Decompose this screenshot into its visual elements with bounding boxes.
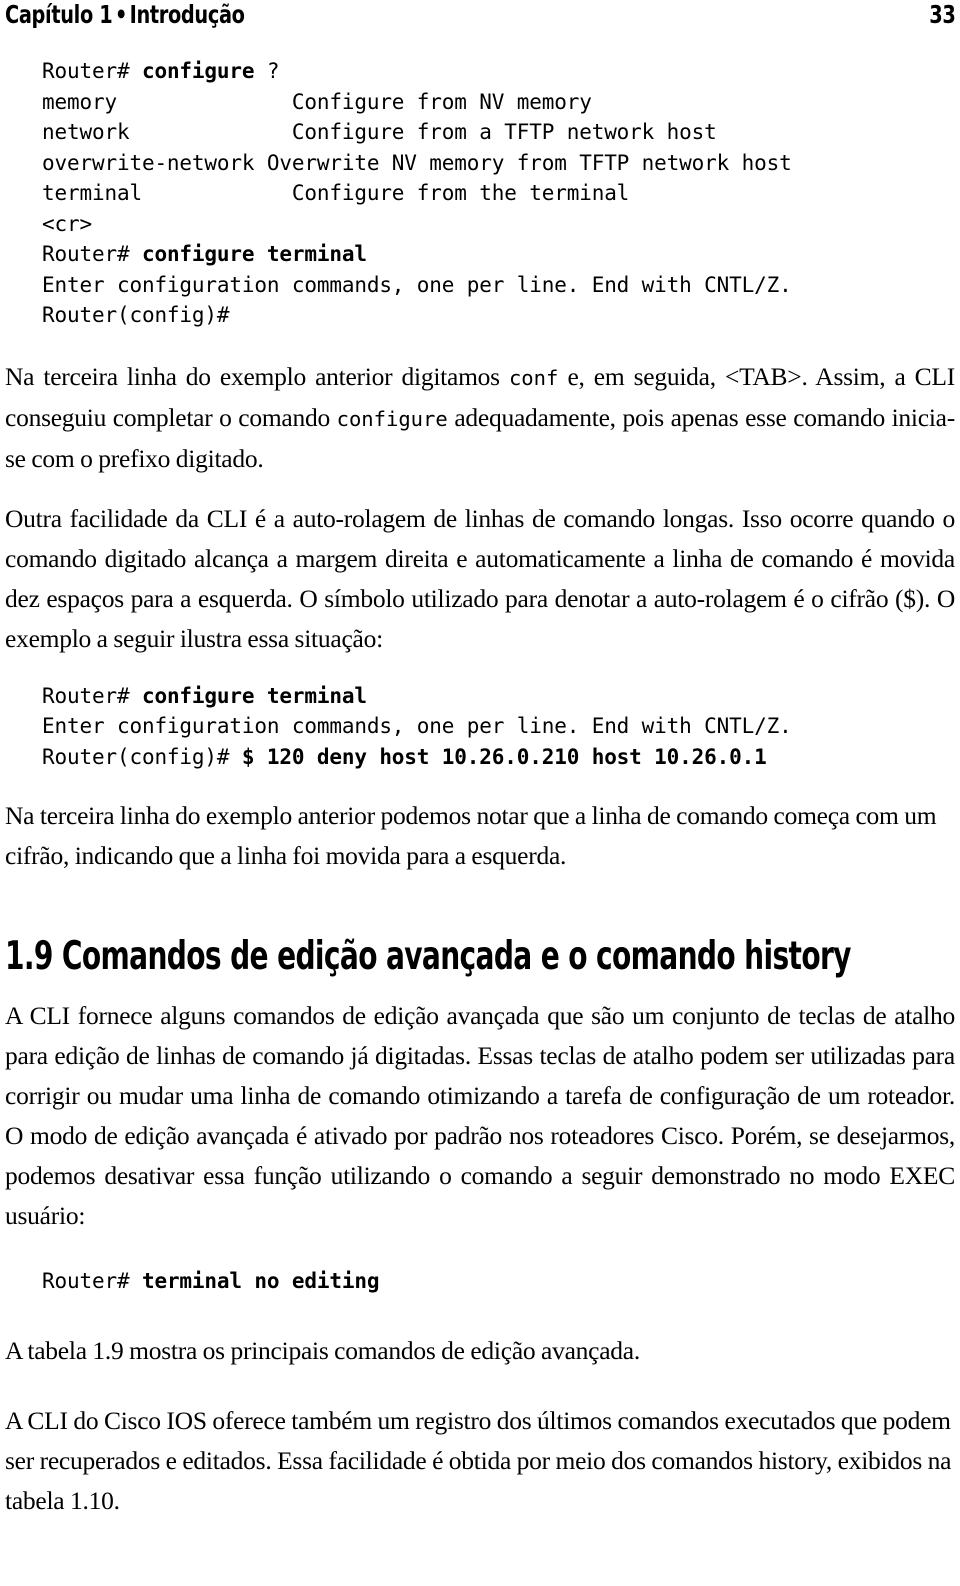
paragraph-tabela-1-9: A tabela 1.9 mostra os principais comand… (5, 1335, 640, 1365)
paragraph-auto-rolagem: Outra facilidade da CLI é a auto-rolagem… (5, 503, 955, 653)
running-head: Capítulo 1 • Introdução 33 (5, 0, 955, 40)
code-command-access-list: $ 120 deny host 10.26.0.210 host 10.26.0… (241, 744, 767, 769)
running-head-separator: • (114, 0, 128, 29)
code-line: Enter configuration commands, one per li… (42, 272, 792, 297)
code-line: Router(config)# (42, 303, 230, 327)
code-block-configure-help: Router# configure ? memory Configure fro… (5, 56, 955, 331)
code-line: network Configure from a TFTP network ho… (42, 120, 717, 144)
section-heading-1-9: 1.9 Comandos de edição avançada e o coma… (5, 934, 851, 979)
inline-code-conf: conf (508, 365, 559, 390)
code-block-terminal-no-editing: Router# terminal no editing (5, 1266, 955, 1297)
paragraph-tab-completion: Na terceira linha do exemplo anterior di… (5, 357, 955, 479)
inline-code-configure: configure (336, 406, 448, 431)
code-line: Router# terminal no editing (42, 1269, 380, 1293)
code-line: Router# configure ? (42, 59, 280, 83)
code-line: Enter configuration commands, one per li… (42, 714, 792, 738)
code-line: Router# configure terminal (42, 683, 367, 708)
code-line: memory Configure from NV memory (42, 89, 592, 114)
running-head-section-title: Introdução (129, 0, 245, 29)
paragraph-edicao-avancada: A CLI fornece alguns comandos de edição … (5, 1001, 955, 1230)
page-number: 33 (928, 0, 956, 29)
paragraph-history: A CLI do Cisco IOS oferece também um reg… (5, 1405, 952, 1515)
code-block-autoscroll-example: Router# configure terminal Enter configu… (5, 681, 955, 773)
code-command-configure-terminal: configure terminal (141, 242, 367, 266)
code-line: Router(config)# $ 120 deny host 10.26.0.… (42, 744, 767, 769)
code-line: terminal Configure from the terminal (42, 181, 630, 205)
document-page: Capítulo 1 • Introdução 33 Router# configu… (0, 0, 960, 1586)
code-line: overwrite-network Overwrite NV memory fr… (42, 150, 792, 175)
code-command-terminal-no-editing: terminal no editing (141, 1269, 380, 1293)
running-head-chapter: Capítulo 1 (5, 0, 113, 29)
code-line: Router# configure terminal (42, 242, 367, 266)
code-command-configure-terminal: configure terminal (141, 683, 367, 708)
paragraph-text-segment: Na terceira linha do exemplo anterior di… (5, 361, 509, 391)
running-head-title: Capítulo 1 • Introdução (5, 0, 245, 30)
paragraph-cifrao-note: Na terceira linha do exemplo anterior po… (5, 801, 937, 870)
code-command-configure: configure (141, 59, 255, 83)
code-line: <cr> (42, 211, 92, 236)
